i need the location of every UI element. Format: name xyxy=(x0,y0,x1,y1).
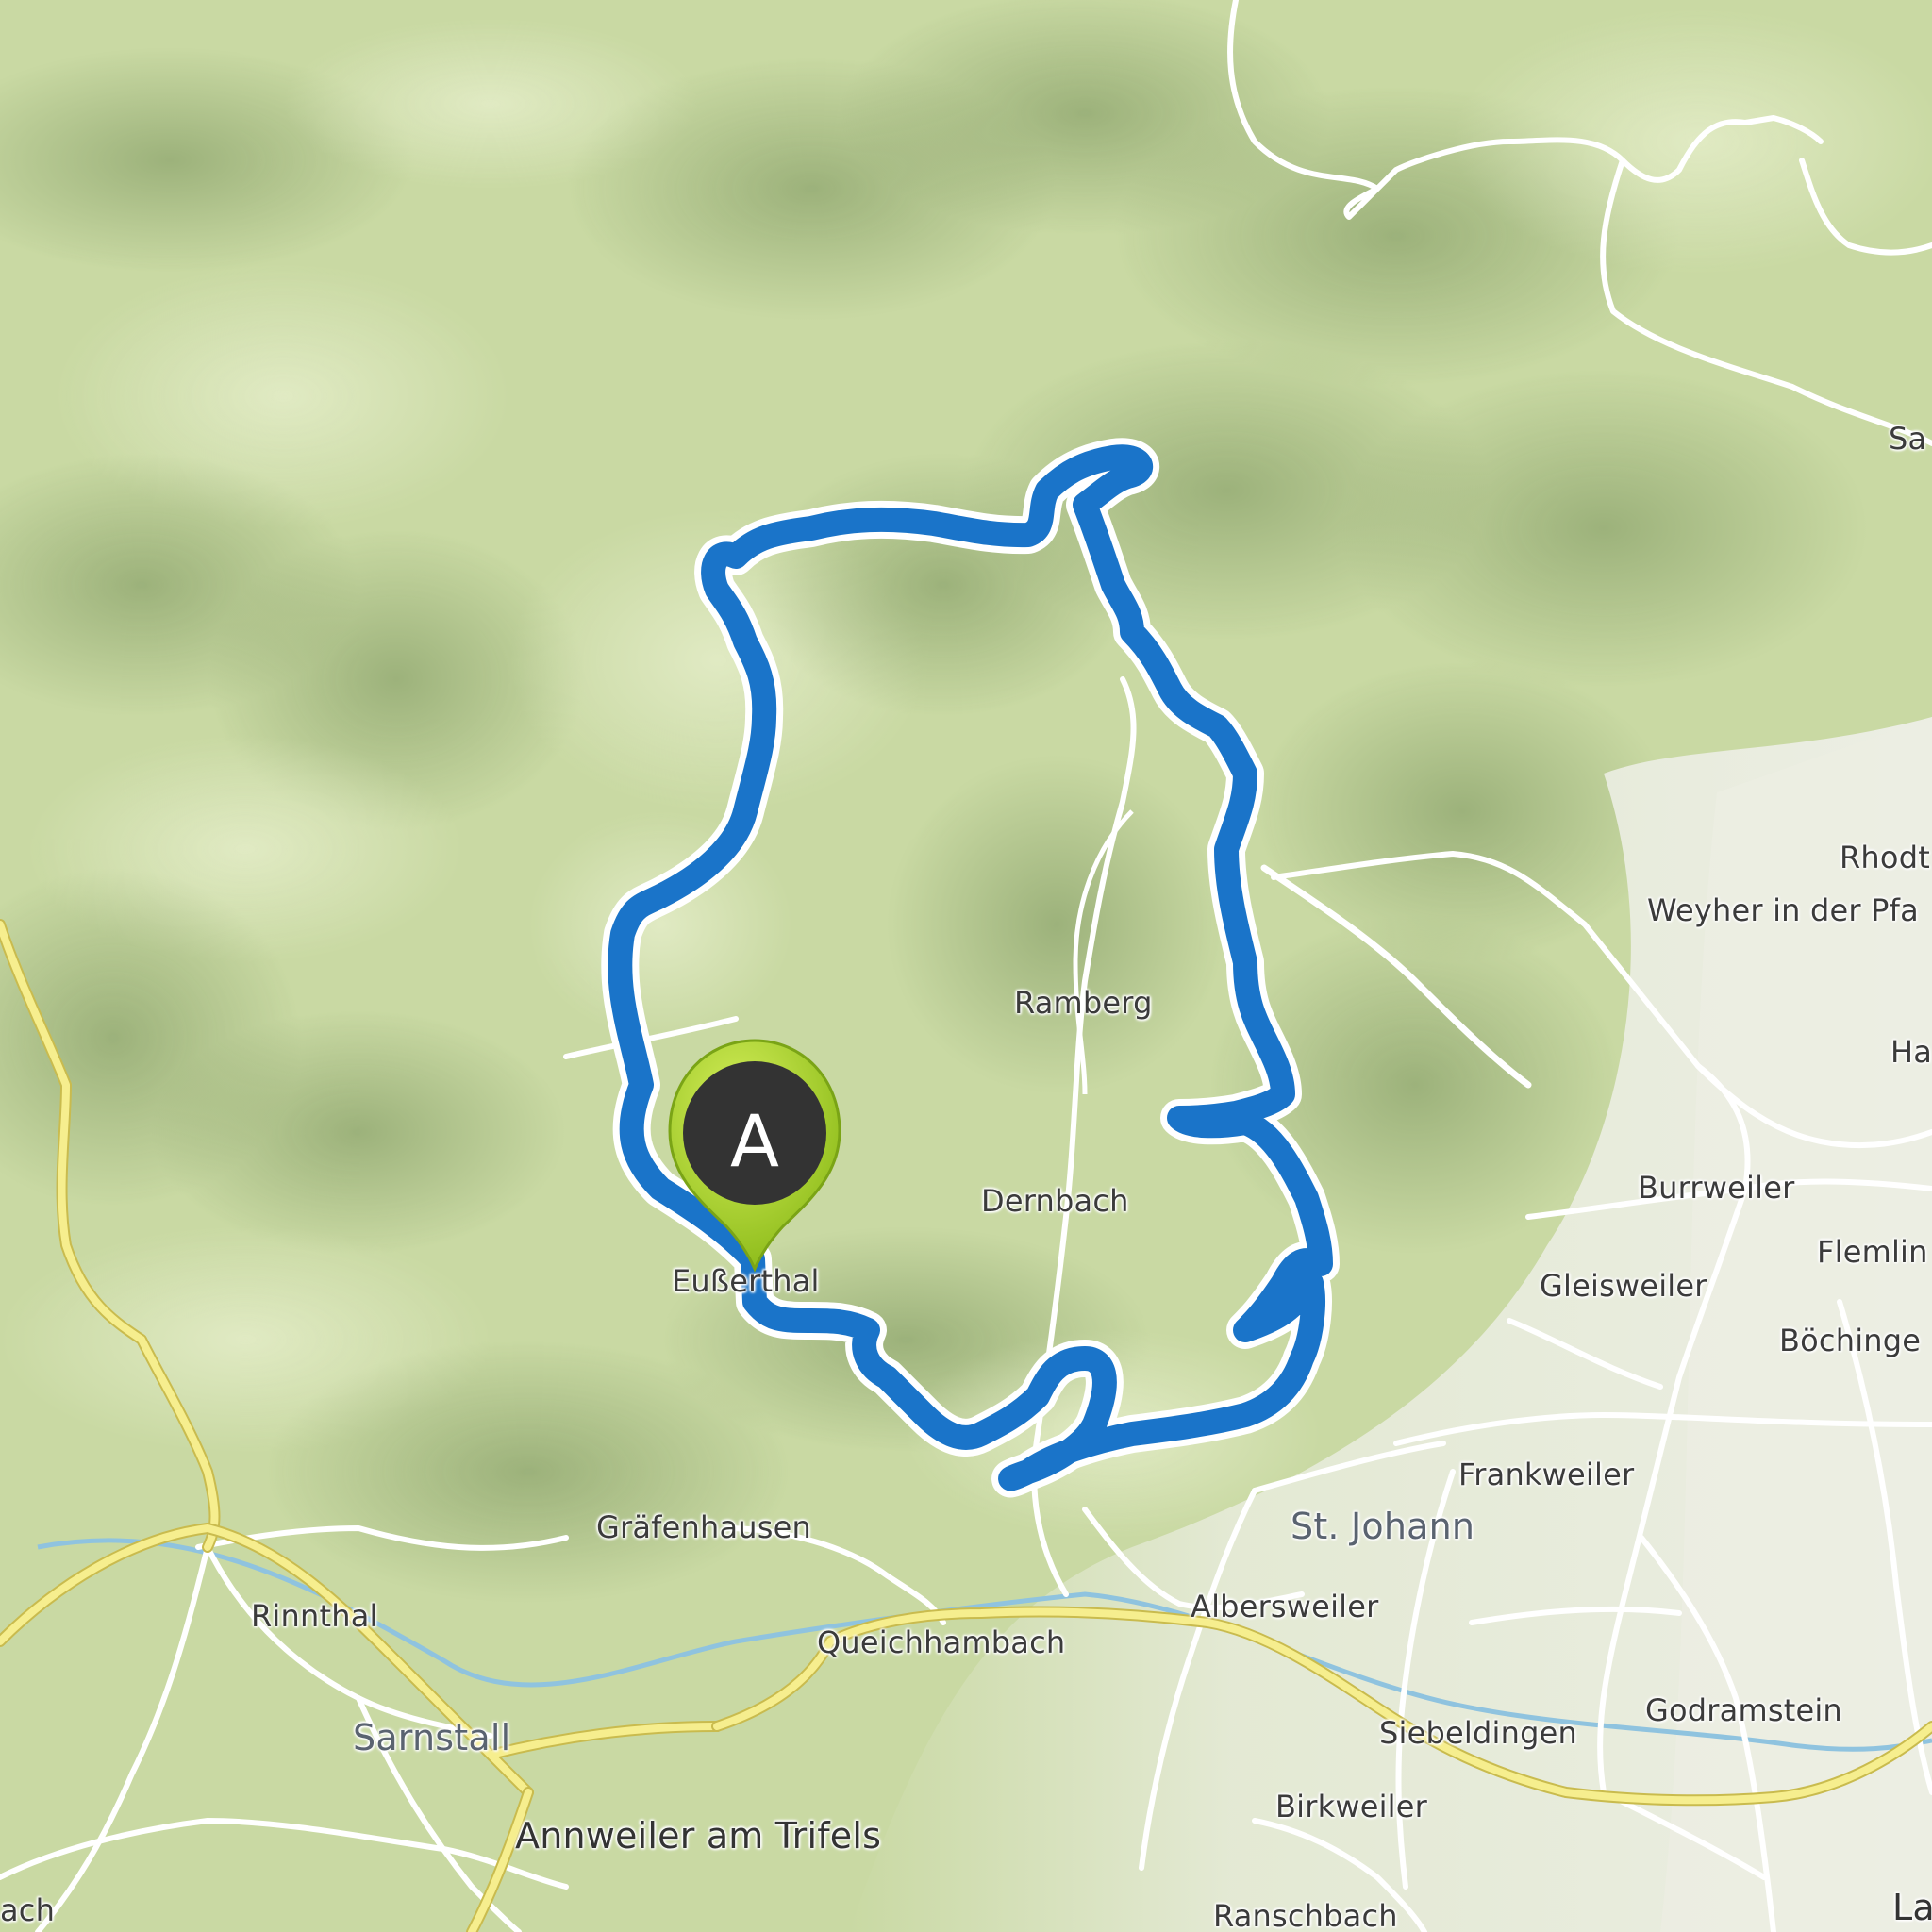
place-label-dernbach: Dernbach xyxy=(981,1183,1129,1219)
place-label-birkweiler: Birkweiler xyxy=(1275,1789,1428,1824)
place-label-ha: Ha xyxy=(1890,1034,1932,1070)
place-label-rinnthal: Rinnthal xyxy=(251,1598,378,1634)
place-label-st-johann: St. Johann xyxy=(1291,1506,1475,1547)
place-label-queichhambach: Queichhambach xyxy=(817,1624,1066,1660)
place-label-ramberg: Ramberg xyxy=(1014,985,1153,1021)
place-label-graefenhausen: Gräfenhausen xyxy=(596,1509,812,1545)
place-label-rhodt: Rhodt xyxy=(1840,840,1930,875)
place-label-sa: Sa xyxy=(1889,421,1927,457)
place-label-siebeldingen: Siebeldingen xyxy=(1379,1715,1577,1751)
place-label-albersweiler: Albersweiler xyxy=(1191,1589,1379,1624)
place-label-frankweiler: Frankweiler xyxy=(1458,1457,1635,1492)
map-canvas[interactable]: Ramberg Dernbach Eußerthal Gräfenhausen … xyxy=(0,0,1932,1932)
place-label-burrweiler: Burrweiler xyxy=(1638,1170,1795,1206)
route-start-label: A xyxy=(730,1099,779,1183)
place-label-gleisweiler: Gleisweiler xyxy=(1540,1268,1707,1304)
place-label-godramstein: Godramstein xyxy=(1645,1692,1842,1728)
place-label-sarnstall: Sarnstall xyxy=(353,1717,511,1758)
place-label-weyher: Weyher in der Pfa xyxy=(1647,892,1919,928)
place-label-flemlingen: Flemlin xyxy=(1817,1234,1928,1270)
route-start-marker[interactable]: A xyxy=(651,1033,858,1278)
place-label-annweiler: Annweiler am Trifels xyxy=(515,1815,882,1857)
place-label-bach: ach xyxy=(0,1892,56,1928)
place-label-ranschbach: Ranschbach xyxy=(1213,1898,1398,1932)
place-label-lan: La xyxy=(1892,1887,1932,1928)
place-label-boechingen: Böchinge xyxy=(1779,1323,1922,1358)
